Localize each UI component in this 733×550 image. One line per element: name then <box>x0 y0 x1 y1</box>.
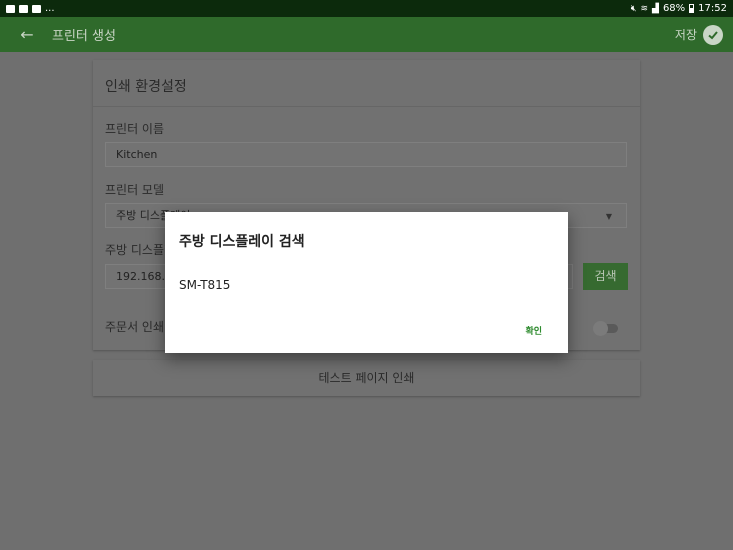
image-icon <box>6 4 15 13</box>
order-print-toggle[interactable] <box>593 321 618 336</box>
more-notifications: ... <box>45 2 55 14</box>
check-icon <box>703 24 723 45</box>
confirm-button[interactable]: 확인 <box>525 324 542 337</box>
order-print-label: 주문서 인쇄 <box>105 320 165 334</box>
divider <box>93 106 640 107</box>
printer-name-input[interactable]: Kitchen <box>105 142 627 167</box>
battery-percent: 68% <box>662 3 686 14</box>
page-title: 프린터 생성 <box>52 29 116 44</box>
printer-name-label: 프린터 이름 <box>105 122 165 136</box>
status-left: ... <box>6 2 55 14</box>
mail-icon <box>32 4 41 13</box>
wifi-icon: ≋ <box>640 3 649 14</box>
section-title: 인쇄 환경설정 <box>105 79 187 95</box>
search-dialog: 주방 디스플레이 검색 SM-T815 확인 <box>165 212 568 353</box>
save-label: 저장 <box>674 28 697 42</box>
battery-icon <box>689 4 695 13</box>
printer-model-label: 프린터 모델 <box>105 183 165 197</box>
test-print-card: 테스트 페이지 인쇄 <box>93 360 640 396</box>
doc-icon <box>19 4 28 13</box>
status-right: 🔇︎ ≋ ▟ 68% 17:52 <box>631 3 727 14</box>
dialog-title: 주방 디스플레이 검색 <box>179 234 305 250</box>
toggle-thumb <box>593 321 608 336</box>
app-bar: ← 프린터 생성 저장 <box>0 17 733 52</box>
signal-icon: ▟ <box>652 3 659 14</box>
dropdown-arrow-icon: ▼ <box>605 212 612 221</box>
status-bar: ... 🔇︎ ≋ ▟ 68% 17:52 <box>0 0 733 17</box>
test-print-button[interactable]: 테스트 페이지 인쇄 <box>93 360 640 396</box>
mute-icon: 🔇︎ <box>630 3 637 14</box>
clock: 17:52 <box>698 3 727 14</box>
device-list-item[interactable]: SM-T815 <box>179 278 230 292</box>
search-button[interactable]: 검색 <box>583 263 628 290</box>
save-button[interactable]: 저장 <box>675 17 723 52</box>
back-arrow-icon[interactable]: ← <box>14 25 40 44</box>
